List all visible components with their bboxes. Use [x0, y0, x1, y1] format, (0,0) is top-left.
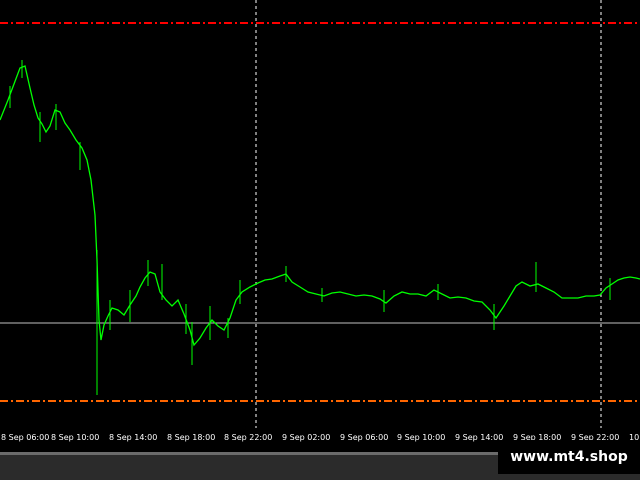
time-axis-label: 8 Sep 06:00: [1, 433, 50, 442]
time-axis-label: 8 Sep 10:00: [51, 433, 100, 442]
time-axis-label: 9 Sep 10:00: [397, 433, 446, 442]
time-axis-label: 9 Sep 02:00: [282, 433, 331, 442]
chart-canvas: [0, 0, 640, 428]
price-series: [0, 65, 640, 347]
watermark-text: www.mt4.shop: [498, 440, 640, 474]
time-axis-label: 8 Sep 14:00: [109, 433, 158, 442]
candle-wicks: [9, 60, 611, 395]
time-axis-label: 9 Sep 14:00: [455, 433, 504, 442]
time-axis-label: 9 Sep 06:00: [340, 433, 389, 442]
price-chart[interactable]: [0, 0, 640, 428]
time-axis-label: 8 Sep 22:00: [224, 433, 273, 442]
time-axis-label: 8 Sep 18:00: [167, 433, 216, 442]
